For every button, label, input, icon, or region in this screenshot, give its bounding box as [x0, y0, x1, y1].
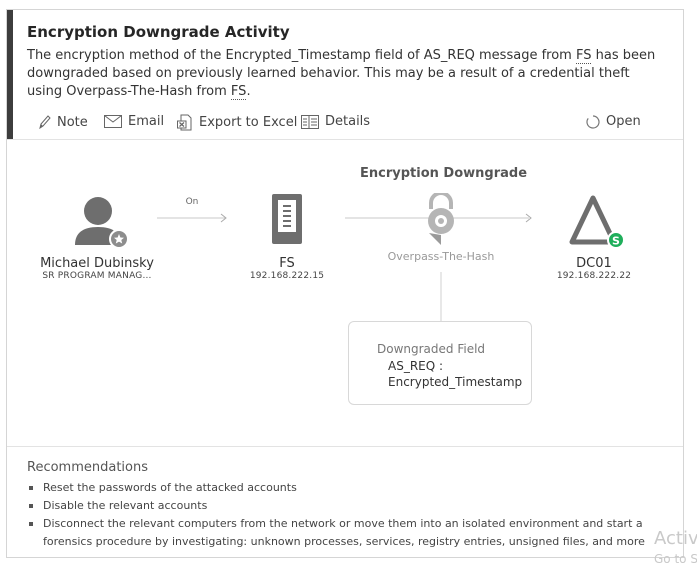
- recommendations-title: Recommendations: [27, 460, 149, 475]
- windows-activation-watermark-sub: Go to S: [654, 552, 697, 566]
- downgraded-field-line2: Encrypted_Timestamp: [388, 375, 523, 389]
- source-name: FS: [279, 256, 295, 271]
- domain-controller-node[interactable]: S: [566, 194, 626, 250]
- domain-controller-ip: 192.168.222.22: [556, 271, 632, 281]
- downgraded-field-line1: AS_REQ :: [388, 359, 444, 373]
- recommendation-item: Disable the relevant accounts: [27, 497, 667, 515]
- recommendations-divider: [7, 446, 683, 447]
- svg-text:S: S: [612, 235, 620, 248]
- user-node[interactable]: [73, 191, 133, 251]
- source-computer-node[interactable]: [270, 192, 304, 248]
- domain-controller-label: DC01 192.168.222.22: [534, 256, 654, 281]
- domain-controller-name: DC01: [576, 256, 612, 271]
- user-node-label: Michael Dubinsky SR PROGRAM MANAG...: [27, 256, 167, 281]
- recommendations-list: Reset the passwords of the attacked acco…: [27, 479, 667, 551]
- attack-technique-label: Overpass-The-Hash: [387, 250, 495, 263]
- key-lock-icon: [421, 191, 461, 251]
- domain-controller-triangle-icon: S: [566, 195, 626, 254]
- windows-activation-watermark: Activ: [654, 528, 697, 549]
- alert-panel: Encryption Downgrade Activity The encryp…: [6, 9, 684, 558]
- source-node-label: FS 192.168.222.15: [227, 256, 347, 281]
- recommendation-item: Reset the passwords of the attacked acco…: [27, 479, 667, 497]
- downgraded-field-title: Downgraded Field: [377, 342, 486, 356]
- downgraded-field-value: AS_REQ : Encrypted_Timestamp: [388, 358, 522, 390]
- downgraded-field-card: Downgraded Field AS_REQ : Encrypted_Time…: [348, 321, 532, 405]
- user-role: SR PROGRAM MANAG...: [42, 271, 152, 281]
- user-avatar-icon: [73, 197, 133, 255]
- edge-label-on: On: [185, 197, 199, 207]
- recommendation-item: Disconnect the relevant computers from t…: [27, 515, 667, 551]
- attack-technique-node: [421, 191, 461, 247]
- source-ip: 192.168.222.15: [249, 271, 325, 281]
- computer-tower-icon: [270, 194, 304, 252]
- user-name: Michael Dubinsky: [40, 256, 154, 271]
